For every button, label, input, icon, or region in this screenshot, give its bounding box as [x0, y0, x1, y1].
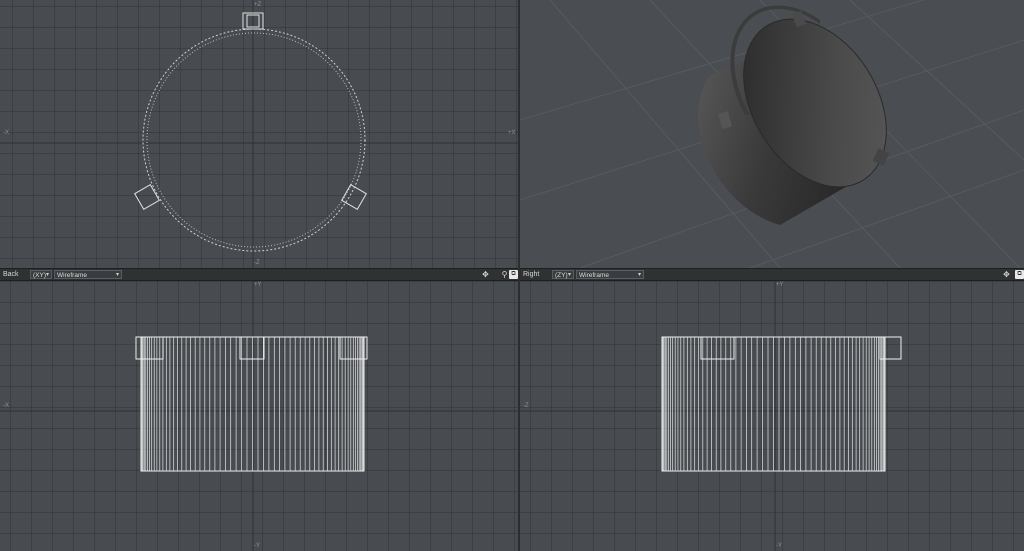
- right-plane-dropdown[interactable]: (ZY) ▾: [552, 270, 574, 279]
- zoom-view-icon[interactable]: ⚲: [500, 270, 509, 279]
- cylinder-3d-model: [698, 5, 890, 225]
- back-mode-value: Wireframe: [57, 272, 87, 279]
- back-plane-value: (XY): [33, 272, 46, 279]
- axis-label-top: +Y: [254, 282, 262, 288]
- right-wireframe-mesh: [661, 337, 886, 471]
- chevron-down-icon: ▾: [45, 272, 49, 278]
- maximize-view-icon[interactable]: ⧉: [1015, 270, 1024, 279]
- right-view-name: Right: [523, 271, 540, 278]
- back-view-canvas: [0, 281, 518, 551]
- viewport-back[interactable]: +Y -X -Y: [0, 281, 518, 551]
- chevron-down-icon: ▾: [115, 272, 119, 278]
- maximize-view-icon[interactable]: ⧉: [509, 270, 518, 279]
- axis-label-bottom: -Z: [254, 260, 260, 266]
- axis-label-top: +Y: [776, 282, 784, 288]
- axis-label-left: -X: [3, 403, 9, 409]
- right-view-canvas: [520, 281, 1024, 551]
- chevron-down-icon: ▾: [637, 272, 641, 278]
- right-wireframe-outline: [661, 336, 902, 472]
- perspective-canvas: [520, 0, 1024, 268]
- right-plane-value: (ZY): [555, 272, 568, 279]
- back-plane-dropdown[interactable]: (XY) ▾: [30, 270, 52, 279]
- viewport-top[interactable]: +Z -X +X -Z: [0, 0, 518, 268]
- tab-lower-left: [134, 184, 160, 210]
- back-mode-dropdown[interactable]: Wireframe ▾: [54, 270, 122, 279]
- back-view-name: Back: [3, 271, 19, 278]
- axis-label-left: -X: [3, 130, 9, 136]
- back-view-header: Back (XY) ▾ Wireframe ▾ ✥ ⚲ ⧉: [0, 268, 518, 281]
- axis-label-bottom: -Y: [776, 543, 782, 549]
- right-mode-value: Wireframe: [579, 272, 609, 279]
- axis-label-top: +Z: [254, 2, 262, 8]
- axis-label-right: +X: [508, 130, 516, 136]
- viewport-perspective[interactable]: [520, 0, 1024, 268]
- right-mode-dropdown[interactable]: Wireframe ▾: [576, 270, 644, 279]
- axis-label-bottom: -Y: [254, 543, 260, 549]
- tab-lower-right: [341, 184, 367, 210]
- top-view-canvas: [0, 0, 518, 268]
- move-view-icon[interactable]: ✥: [481, 270, 490, 279]
- back-wireframe-mesh: [140, 337, 365, 471]
- cylinder-outer-ring: [142, 28, 366, 252]
- back-wireframe-outline: [135, 336, 368, 472]
- right-view-header: Right (ZY) ▾ Wireframe ▾ ✥ ⧉: [520, 268, 1024, 281]
- top-view-tabs: [134, 12, 367, 210]
- chevron-down-icon: ▾: [567, 272, 571, 278]
- cylinder-inner-ring: [146, 32, 362, 248]
- move-view-icon[interactable]: ✥: [1002, 270, 1011, 279]
- axis-label-left: -Z: [523, 403, 529, 409]
- viewport-right[interactable]: +Y -Z -Y: [520, 281, 1024, 551]
